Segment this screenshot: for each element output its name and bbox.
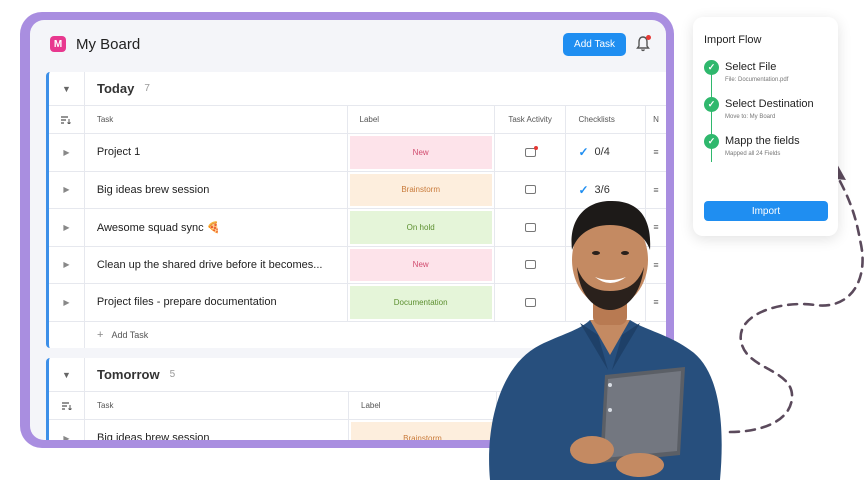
activity-dot [533,145,538,150]
import-steps: ✓ Select File File: Documentation.pdf ✓ … [704,60,827,162]
col-header-task[interactable]: Task [85,106,348,133]
expand-row-icon[interactable]: ▶ [49,209,85,246]
stage: M My Board Add Task ▼ Today 7 Task Label [0,0,864,480]
step-title: Select Destination [725,98,814,110]
step-subtitle: Mapped all 24 Fields [725,151,781,157]
label-pill[interactable]: Documentation [349,286,492,319]
checklist-cell[interactable]: ✓ 0/4 [566,134,647,171]
step-title: Select File [725,61,777,73]
label-pill[interactable]: New [349,136,492,169]
col-header-label[interactable]: Label [349,392,497,419]
expand-row-icon[interactable]: ▶ [49,134,85,171]
task-activity-cell[interactable] [495,134,567,171]
col-header-task-activity[interactable]: Task Activity [495,106,567,133]
label-pill[interactable]: Brainstorm [349,173,492,206]
chat-icon[interactable] [524,145,538,157]
add-task-button[interactable]: Add Task [563,32,626,56]
task-name[interactable]: Clean up the shared drive before it beco… [85,246,348,283]
label-pill[interactable]: On hold [349,211,492,244]
task-name[interactable]: Big ideas brew session [85,171,348,208]
collapse-caret-icon[interactable]: ▼ [49,358,85,391]
task-name[interactable]: Project 1 [85,134,348,171]
group-header: ▼ Today 7 [49,72,666,106]
board-header: M My Board Add Task [30,20,666,68]
add-task-inline-label[interactable]: Add Task [111,330,148,340]
table-header: Task Label Task Activity Checklists N [49,106,666,134]
board-logo: M [50,36,66,52]
task-name[interactable]: Project files - prepare documentation [85,284,348,321]
label-cell[interactable]: New [348,246,495,283]
checkmark-icon: ✓ [578,145,589,160]
expand-row-icon[interactable]: ▶ [49,284,85,321]
check-circle-icon: ✓ [704,134,719,149]
person-photo [489,200,722,480]
label-pill[interactable]: New [349,248,492,281]
expand-row-icon[interactable]: ▶ [49,420,85,440]
group-count: 7 [144,83,150,94]
sort-icon[interactable] [49,106,85,133]
step-select-file: ✓ Select File File: Documentation.pdf [704,60,827,83]
checklist-count: 3/6 [594,183,610,196]
label-cell[interactable]: On hold [348,209,495,246]
checklist-count: 0/4 [594,146,610,159]
task-name[interactable]: Big ideas brew session [85,420,349,440]
step-select-destination: ✓ Select Destination Move to: My Board [704,97,827,120]
expand-row-icon[interactable]: ▶ [49,246,85,283]
label-cell[interactable]: Brainstorm [348,171,495,208]
label-cell[interactable]: New [348,134,495,171]
group-title: Tomorrow [97,367,160,382]
col-header-task[interactable]: Task [85,392,349,419]
expand-row-icon[interactable]: ▶ [49,171,85,208]
bell-icon[interactable] [636,35,651,52]
step-subtitle: File: Documentation.pdf [725,77,789,83]
table-row[interactable]: ▶ Project 1 New ✓ 0/4 ≡ [49,134,666,172]
plus-icon: + [97,328,104,341]
sort-icon[interactable] [49,392,85,419]
col-header-checklists[interactable]: Checklists [566,106,647,133]
label-cell[interactable]: Brainstorm [349,420,497,440]
check-circle-icon: ✓ [704,60,719,75]
step-map-fields: ✓ Mapp the fields Mapped all 24 Fields [704,134,827,157]
step-title: Mapp the fields [725,135,800,147]
more-icon[interactable]: ≡ [646,134,666,171]
task-name[interactable]: Awesome squad sync 🍕 [85,209,348,246]
import-flow-title: Import Flow [704,34,762,46]
check-circle-icon: ✓ [704,97,719,112]
collapse-caret-icon[interactable]: ▼ [49,72,85,105]
label-pill[interactable]: Brainstorm [351,422,494,440]
step-subtitle: Move to: My Board [725,114,776,120]
group-count: 5 [169,369,176,380]
board-title: My Board [76,35,141,53]
chat-icon[interactable] [524,185,536,195]
col-header-next[interactable]: N [646,106,666,133]
col-header-label[interactable]: Label [348,106,495,133]
label-cell[interactable]: Documentation [348,284,495,321]
notification-dot [646,35,651,40]
group-title: Today [97,81,135,96]
